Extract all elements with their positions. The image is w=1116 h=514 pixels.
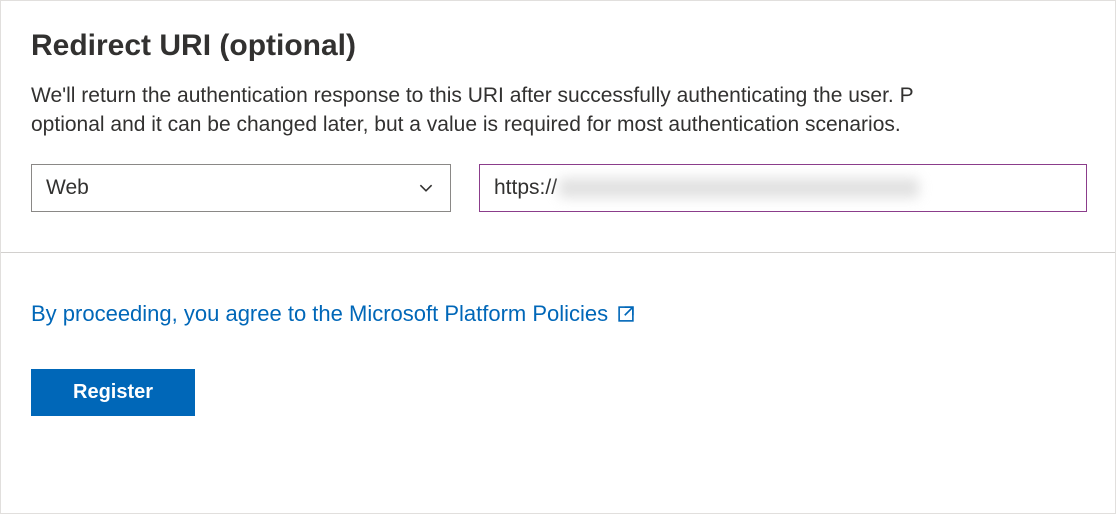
section-top: Redirect URI (optional) We'll return the…: [1, 1, 1115, 252]
redirect-uri-value: https://: [494, 176, 919, 200]
redirect-uri-prefix: https://: [494, 176, 557, 200]
section-heading: Redirect URI (optional): [31, 29, 1085, 63]
section-bottom: By proceeding, you agree to the Microsof…: [1, 253, 1115, 416]
platform-type-select[interactable]: Web: [31, 164, 451, 212]
redirect-uri-row: Web https://: [31, 164, 1085, 212]
platform-policies-link[interactable]: By proceeding, you agree to the Microsof…: [31, 301, 636, 327]
register-button[interactable]: Register: [31, 369, 195, 416]
redirect-uri-section: Redirect URI (optional) We'll return the…: [0, 0, 1116, 514]
platform-policies-text: By proceeding, you agree to the Microsof…: [31, 301, 608, 327]
platform-type-value: Web: [46, 176, 416, 200]
external-link-icon: [616, 304, 636, 324]
description-line-2: optional and it can be changed later, bu…: [31, 110, 1085, 139]
description-line-1: We'll return the authentication response…: [31, 81, 1085, 110]
redirect-uri-input[interactable]: https://: [479, 164, 1087, 212]
chevron-down-icon: [416, 178, 436, 198]
section-description: We'll return the authentication response…: [31, 81, 1085, 140]
redirect-uri-redacted: [559, 178, 919, 198]
